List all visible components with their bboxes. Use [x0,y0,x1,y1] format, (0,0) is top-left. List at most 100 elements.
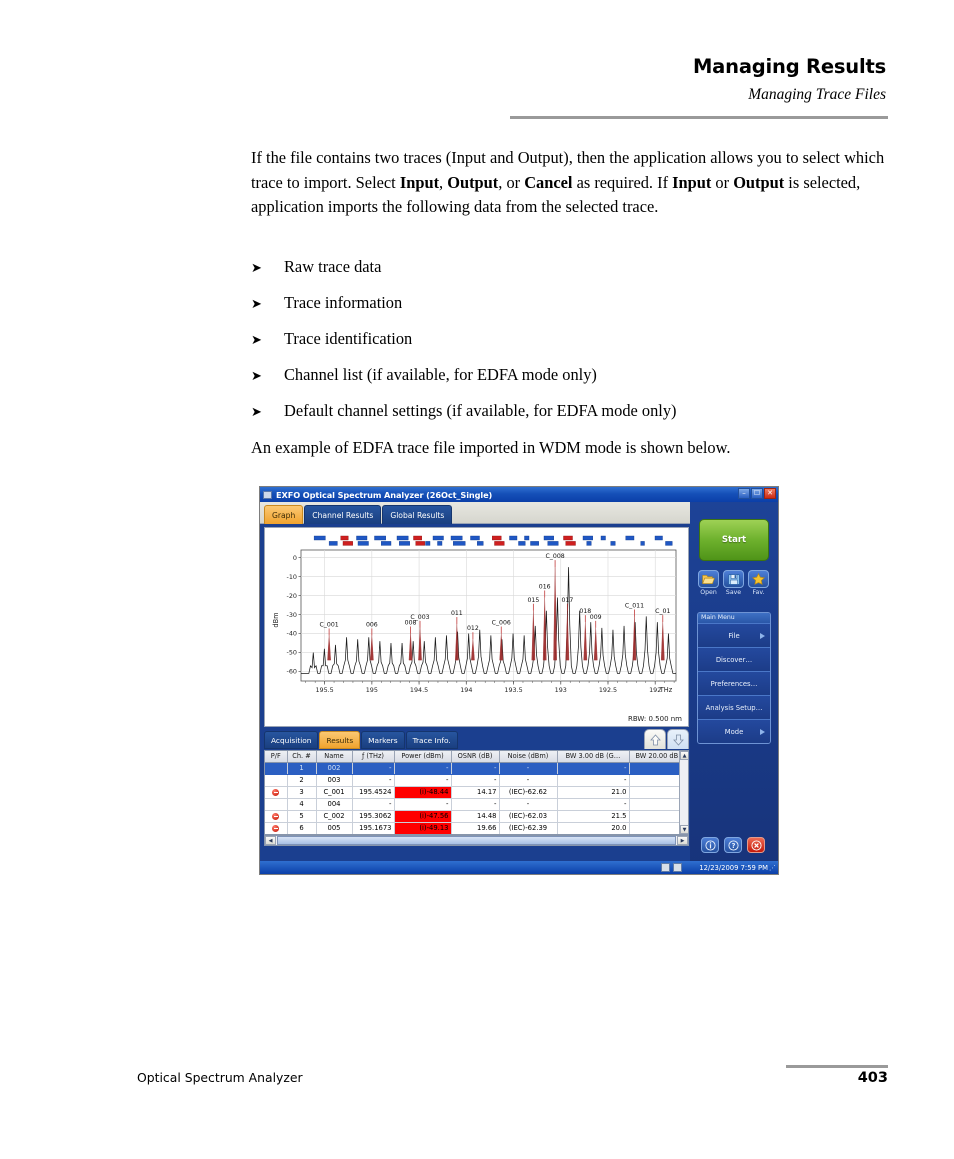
column-header-bw3[interactable]: BW 3.00 dB (G… [557,751,630,763]
window-titlebar: EXFO Optical Spectrum Analyzer (26Oct_Si… [260,487,778,502]
tab-graph[interactable]: Graph [264,505,304,524]
svg-text:193: 193 [555,686,567,694]
table-row[interactable]: 6 005 195.1673 (i)-49.13 19.66 (IEC)-62.39 20.… [265,822,688,834]
results-table[interactable]: P/F Ch. # Name ƒ (THz) Power (dBm) OSNR … [264,750,689,835]
column-header-freq[interactable]: ƒ (THz) [352,751,395,763]
table-row[interactable]: 2 003- - - - - [265,774,688,787]
table-row[interactable]: 5 C_002 195.3062 (i)-47.56 14.48 (IEC)-62.03 2… [265,810,688,823]
svg-text:192.5: 192.5 [599,686,617,694]
column-header-ch[interactable]: Ch. # [287,751,317,763]
help-button[interactable]: ? [724,837,742,853]
cell-power: (i)-47.56 [394,810,452,823]
info-button[interactable] [701,837,719,853]
svg-text:-60: -60 [287,668,297,676]
list-item-label: Trace information [284,293,403,312]
star-icon [752,573,765,585]
table-horizontal-scrollbar[interactable]: ◀ ▶ [264,835,689,846]
menu-item-analysis-setup[interactable]: Analysis Setup… [698,695,770,719]
panel-collapse-up-button[interactable] [644,729,666,749]
scroll-left-arrow-icon[interactable]: ◀ [265,836,276,845]
fail-status-icon [272,812,280,820]
bullet-arrow-icon: ➤ [251,332,262,347]
favorites-button[interactable]: Fav. [748,570,769,596]
window-controls: – ☐ ✕ [738,488,776,499]
tab-results[interactable]: Results [319,731,361,749]
floppy-disk-icon [727,573,740,585]
cell-osnr: 19.66 [451,822,500,834]
printer-status-icon[interactable] [673,863,682,872]
tab-markers[interactable]: Markers [361,731,405,749]
svg-text:C_011: C_011 [625,602,644,609]
cell-osnr: - [451,798,500,811]
column-header-name[interactable]: Name [316,751,353,763]
svg-text:0: 0 [293,554,297,562]
list-item-label: Raw trace data [284,257,382,276]
cell-noise: (IEC)-62.03 [499,810,558,823]
bullet-list: ➤ Raw trace data ➤ Trace information ➤ T… [251,256,896,436]
cell-bw3: 20.0 [557,822,630,834]
cell-power: (i)-49.13 [394,822,452,834]
intro-paragraph: If the file contains two traces (Input a… [251,148,885,217]
start-button[interactable]: Start [699,519,769,561]
cell-name: 003 [316,774,353,787]
column-header-osnr[interactable]: OSNR (dB) [451,751,500,763]
table-row[interactable]: 3 C_001 195.4524 (i)-48.44 14.17 (IEC)-62.62 2… [265,786,688,799]
tab-channel-results[interactable]: Channel Results [304,505,382,524]
table-vertical-scrollbar[interactable]: ▲ ▼ [679,751,688,834]
svg-text:195: 195 [366,686,378,694]
menu-item-label: Preferences… [710,679,758,688]
spectrum-chart[interactable]: C_001 006 008 C_003 011 012 C_006 015 016 C_008 01… [264,527,689,727]
menu-item-file[interactable]: File [698,623,770,647]
main-menu: Main Menu File Discover… Preferences… An… [697,612,771,744]
tab-trace-info[interactable]: Trace Info. [405,731,458,749]
footer-label: Optical Spectrum Analyzer [137,1070,303,1085]
tab-global-results[interactable]: Global Results [382,505,453,524]
close-app-button[interactable] [747,837,765,853]
svg-text:194.5: 194.5 [410,686,428,694]
cell-channel-number: 3 [287,786,317,799]
menu-item-discover[interactable]: Discover… [698,647,770,671]
resize-grip-icon[interactable]: ⋰ [769,864,776,872]
scroll-right-arrow-icon[interactable]: ▶ [677,836,688,845]
panel-expand-down-button[interactable] [667,729,689,749]
scroll-up-arrow-icon[interactable]: ▲ [680,751,688,760]
column-header-noise[interactable]: Noise (dBm) [499,751,558,763]
close-button[interactable]: ✕ [764,488,776,499]
table-row[interactable]: 4 004- - - - - [265,798,688,811]
quick-action-buttons: Open Save Fav. [698,570,770,596]
cell-channel-number: 1 [287,762,317,775]
minimize-button[interactable]: – [738,488,750,499]
svg-text:C_01: C_01 [655,608,670,615]
network-status-icon[interactable] [661,863,670,872]
page-number: 403 [857,1070,888,1086]
menu-item-mode[interactable]: Mode [698,719,770,743]
svg-text:016: 016 [539,583,551,590]
table-row[interactable]: 1 002- - - - - [265,762,688,775]
cell-name: 005 [316,822,353,834]
column-header-pf[interactable]: P/F [265,751,288,763]
scroll-down-arrow-icon[interactable]: ▼ [680,825,688,834]
arrow-up-icon [649,733,661,745]
save-button[interactable]: Save [723,570,744,596]
hscroll-thumb[interactable] [277,836,676,845]
cell-power: - [394,762,452,775]
maximize-button[interactable]: ☐ [751,488,763,499]
list-item-label: Default channel settings (if available, … [284,401,677,420]
tab-acquisition[interactable]: Acquisition [264,731,319,749]
svg-text:C_001: C_001 [319,621,338,628]
list-item: ➤ Channel list (if available, for EDFA m… [251,364,896,400]
list-item-label: Trace identification [284,329,413,348]
cell-pass-fail [265,822,288,834]
svg-text:006: 006 [366,621,378,628]
footer-divider [786,1065,888,1068]
svg-text:194: 194 [460,686,472,694]
open-button[interactable]: Open [698,570,719,596]
arrow-down-icon [672,734,684,746]
column-header-power[interactable]: Power (dBm) [394,751,452,763]
svg-text:THz: THz [659,686,673,694]
svg-text:015: 015 [527,597,539,604]
cell-bw3: 21.5 [557,810,630,823]
menu-item-preferences[interactable]: Preferences… [698,671,770,695]
cell-bw3: - [557,762,630,775]
cell-pass-fail [265,762,288,775]
